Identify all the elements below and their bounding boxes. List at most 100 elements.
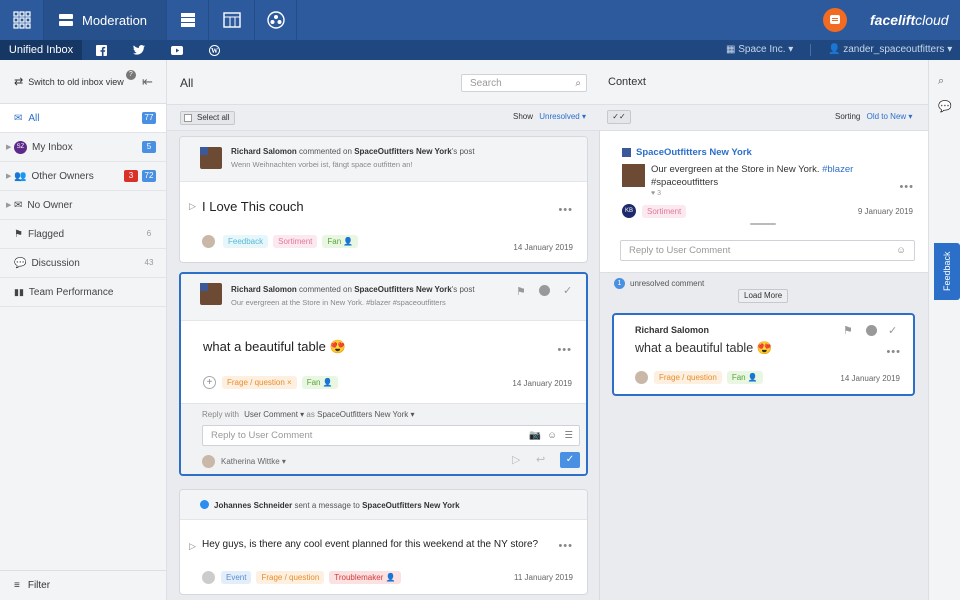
resolve-all-button[interactable]: ✓✓ [607,110,631,124]
author-name[interactable]: Richard Salomon [231,285,297,294]
sidebar-item-team-performance[interactable]: ▮▮ Team Performance [0,278,166,307]
tag[interactable]: Event [221,571,252,584]
comment-date: 14 January 2019 [840,374,900,383]
card-date: 14 January 2019 [513,243,573,252]
count-badge: 6 [146,229,152,238]
reply-back-icon[interactable]: ↩ [536,453,545,466]
inbox-card[interactable]: Johannes Schneider sent a message to Spa… [179,489,588,595]
more-options-icon[interactable]: ••• [558,540,573,552]
sidebar-item-other-owners[interactable]: ▶ 👥 Other Owners 3 72 [0,162,166,191]
post-page[interactable]: SpaceOutfitters New York [622,147,752,158]
select-all-button[interactable]: Select all [180,111,236,125]
tag[interactable]: Frage / question [654,371,722,384]
tag[interactable]: Frage / question [256,571,325,584]
tag[interactable]: Sortiment [273,235,318,248]
workspace-selector[interactable]: ▦ Space Inc. ▾ [726,44,793,55]
more-options-icon[interactable]: ••• [886,346,901,358]
assign-icon[interactable] [539,285,550,296]
tag[interactable]: Sortiment [642,205,687,218]
reply-page-select[interactable]: SpaceOutfitters New York ▾ [317,410,414,419]
remove-tag-icon[interactable]: × [287,378,292,387]
workspace-label: Space Inc. [738,44,786,55]
sorting-value: Old to New [866,112,907,121]
moderation-label: Moderation [82,12,148,28]
tag[interactable]: Fan 👤 [301,376,338,389]
emoji-icon[interactable]: ☺ [547,430,557,441]
tag[interactable]: Feedback [223,235,269,248]
user-label: zander_spaceoutfitters [843,44,945,55]
reply-type-select[interactable]: User Comment ▾ [244,410,304,419]
template-icon[interactable]: ☰ [564,430,573,441]
publisher-tab-icon[interactable] [167,0,209,40]
switch-old-inbox[interactable]: ⇄ Switch to old inbox view ? ⇤ [0,60,166,104]
help-badge[interactable]: ? [125,69,136,80]
reply-input[interactable]: Reply to User Comment 📷 ☺ ☰ [202,425,580,446]
message-icon: ▷ [189,541,196,551]
more-options-icon[interactable]: ••• [899,181,914,193]
load-more-button[interactable]: Load More [738,289,789,303]
flag-icon[interactable]: ⚑ [516,285,526,298]
tag[interactable]: Fan 👤 [726,371,763,384]
feedback-tab[interactable]: Feedback [934,243,960,300]
notes-icon[interactable]: 💬 [938,100,952,113]
filter-button[interactable]: ≡ Filter [0,570,166,600]
resolve-check-icon[interactable]: ✓ [563,284,572,297]
tag[interactable]: Frage / question × [222,376,297,389]
comment-author[interactable]: Richard Salomon [635,325,709,335]
tag[interactable]: Troublemaker 👤 [329,571,401,584]
post-image[interactable] [622,164,645,187]
send-check-button[interactable]: ✓ [560,452,580,468]
add-tag-icon[interactable]: + [203,376,216,389]
show-label: Show [513,112,534,121]
note-icon[interactable]: ▷ [512,453,520,466]
resolve-check-icon[interactable]: ✓ [888,324,897,337]
card-title: Richard Salomon commented on SpaceOutfit… [231,147,475,156]
notification-chat-icon[interactable] [823,8,847,32]
emoji-icon[interactable]: ☺ [896,245,906,256]
search-detail-icon[interactable]: ⌕ [938,75,944,88]
sorting-select[interactable]: Sorting Old to New ▾ [835,112,912,121]
show-filter[interactable]: Show Unresolved ▾ [513,112,586,121]
sidebar-item-flagged[interactable]: ⚑ Flagged 6 [0,220,166,249]
sidebar-item-all[interactable]: ✉ All 77 [0,104,166,133]
author-name[interactable]: Richard Salomon [231,147,297,156]
moderation-tab[interactable]: Moderation [44,0,167,40]
inbox-card-selected[interactable]: Richard Salomon commented on SpaceOutfit… [179,272,588,476]
more-options-icon[interactable]: ••• [557,344,572,356]
facebook-icon[interactable] [90,40,112,60]
page-name[interactable]: SpaceOutfitters New York [354,147,452,156]
search-icon: ⌕ [575,77,581,89]
search-input[interactable]: Search ⌕ [461,74,587,92]
author-name[interactable]: Johannes Schneider [214,501,292,510]
camera-icon[interactable]: 📷 [529,430,541,441]
drag-handle[interactable] [750,223,776,225]
community-tab-icon[interactable] [255,0,297,40]
context-comment[interactable]: Richard Salomon ⚑ ✓ what a beautiful tab… [612,313,915,396]
sidebar-item-no-owner[interactable]: ▶ ✉ No Owner [0,191,166,220]
inbox-card[interactable]: Richard Salomon commented on SpaceOutfit… [179,136,588,263]
tag-label: Fan [731,373,746,382]
agent-select[interactable]: Katherina Wittke ▾ [202,455,286,468]
sidebar-item-my-inbox[interactable]: ▶ SZ My Inbox 5 [0,133,166,162]
unresolved-info: 1 unresolved comment [614,278,704,289]
page-name[interactable]: SpaceOutfitters New York [354,285,452,294]
apps-grid-icon[interactable] [0,0,44,40]
tab-unified-inbox[interactable]: Unified Inbox [0,40,82,60]
switch-icon: ⇄ [14,76,24,88]
assign-icon[interactable] [866,325,877,336]
flag-icon[interactable]: ⚑ [843,324,853,337]
hashtag[interactable]: #blazer [822,164,853,175]
calendar-tab-icon[interactable] [209,0,255,40]
sidebar-item-discussion[interactable]: 💬 Discussion 43 [0,249,166,278]
wordpress-icon[interactable]: W [203,40,225,60]
more-options-icon[interactable]: ••• [558,204,573,216]
user-menu[interactable]: 👤 zander_spaceoutfitters ▾ [828,44,952,55]
context-reply-input[interactable]: Reply to User Comment ☺ [620,240,915,261]
youtube-icon[interactable] [166,40,188,60]
collapse-sidebar-icon[interactable]: ⇤ [142,74,153,90]
page-name[interactable]: SpaceOutfitters New York [362,501,460,510]
hashtag[interactable]: #spaceoutfitters [651,177,718,188]
user-icon: 👤 [747,373,758,382]
twitter-icon[interactable] [128,40,150,60]
tag[interactable]: Fan 👤 [322,235,359,248]
